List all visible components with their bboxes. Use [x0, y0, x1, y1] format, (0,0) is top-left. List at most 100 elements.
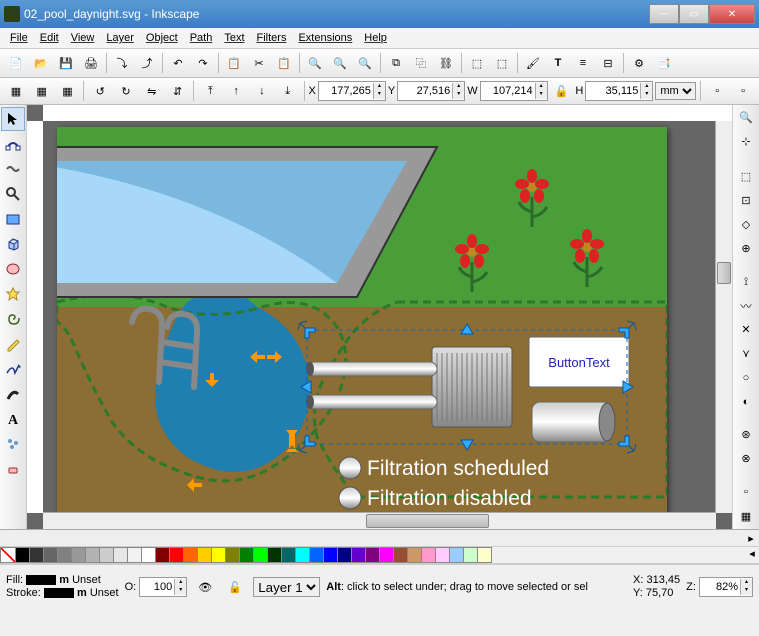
snap-edge-icon[interactable]: ⊡	[734, 190, 758, 212]
color-swatch[interactable]	[156, 547, 170, 563]
tweak-tool[interactable]	[1, 157, 25, 181]
node-tool[interactable]	[1, 132, 25, 156]
color-swatch[interactable]	[436, 547, 450, 563]
lock-aspect-button[interactable]: 🔓	[550, 79, 574, 103]
select-layers-button[interactable]: ▦	[30, 79, 54, 103]
prefs-button[interactable]: ⚙	[627, 51, 651, 75]
snap-rotation-icon[interactable]: ⊗	[734, 448, 758, 470]
raise-button[interactable]: ↑	[224, 79, 248, 103]
color-swatch[interactable]	[58, 547, 72, 563]
fill-stroke-button[interactable]: 🖌	[521, 51, 545, 75]
ellipse-tool[interactable]	[1, 257, 25, 281]
color-swatch[interactable]	[366, 547, 380, 563]
color-swatch[interactable]	[170, 547, 184, 563]
zoom-tool[interactable]	[1, 182, 25, 206]
color-swatch[interactable]	[72, 547, 86, 563]
color-swatch[interactable]	[394, 547, 408, 563]
text-prop-button[interactable]: T	[546, 51, 570, 75]
rect-tool[interactable]	[1, 207, 25, 231]
zoom-page-button[interactable]: 🔍	[353, 51, 377, 75]
canvas[interactable]: ButtonText Filtration scheduled Filtrati…	[57, 127, 667, 513]
eraser-tool[interactable]	[1, 457, 25, 481]
snap-center-icon[interactable]: ⊕	[734, 238, 758, 260]
x-input[interactable]	[319, 85, 373, 97]
flip-h-button[interactable]: ⇋	[140, 79, 164, 103]
export-button[interactable]: ⤴	[135, 51, 159, 75]
unlink-button[interactable]: ⛓	[434, 51, 458, 75]
3dbox-tool[interactable]	[1, 232, 25, 256]
color-swatch[interactable]	[268, 547, 282, 563]
color-swatch[interactable]	[212, 547, 226, 563]
menu-file[interactable]: File	[4, 30, 34, 46]
deselect-button[interactable]: ▦	[56, 79, 80, 103]
snap-obj-center-icon[interactable]: ⊛	[734, 424, 758, 446]
ruler-horizontal[interactable]	[43, 105, 732, 122]
snap-bbox-icon[interactable]: ⬚	[734, 166, 758, 188]
ungroup-button[interactable]: ⬚	[490, 51, 514, 75]
zoom-sel-button[interactable]: 🔍	[303, 51, 327, 75]
redo-button[interactable]: ↷	[191, 51, 215, 75]
color-swatch[interactable]	[100, 547, 114, 563]
snap-smooth-icon[interactable]: ○	[734, 367, 758, 389]
color-swatch[interactable]	[226, 547, 240, 563]
paste-button[interactable]: 📋	[272, 51, 296, 75]
color-swatch[interactable]	[198, 547, 212, 563]
layer-select[interactable]: Layer 1	[253, 577, 320, 597]
affect-2-button[interactable]: ▫	[731, 79, 755, 103]
stroke-swatch[interactable]	[44, 588, 74, 598]
color-swatch[interactable]	[464, 547, 478, 563]
snap-grid-icon[interactable]: ▦	[734, 505, 758, 527]
cut-button[interactable]: ✂	[247, 51, 271, 75]
color-swatch[interactable]	[16, 547, 30, 563]
unit-select[interactable]: mm	[655, 82, 696, 100]
color-swatch[interactable]	[142, 547, 156, 563]
color-swatch[interactable]	[324, 547, 338, 563]
rotate-ccw-button[interactable]: ↺	[88, 79, 112, 103]
snap-icon[interactable]: ⊹	[734, 131, 758, 153]
color-swatch[interactable]	[44, 547, 58, 563]
fill-swatch[interactable]	[26, 575, 56, 585]
new-button[interactable]: 📄	[4, 51, 28, 75]
clone-button[interactable]: ⿻	[409, 51, 433, 75]
raise-top-button[interactable]: ⤒	[198, 79, 222, 103]
maximize-button[interactable]: ▭	[679, 4, 709, 24]
menu-layer[interactable]: Layer	[100, 30, 140, 46]
horizontal-scrollbar[interactable]	[43, 512, 716, 529]
menu-extensions[interactable]: Extensions	[292, 30, 358, 46]
rotate-cw-button[interactable]: ↻	[114, 79, 138, 103]
spray-tool[interactable]	[1, 432, 25, 456]
no-color-swatch[interactable]	[0, 547, 16, 563]
zoom-input[interactable]	[700, 581, 740, 593]
zoom-draw-button[interactable]: 🔍	[328, 51, 352, 75]
spiral-tool[interactable]	[1, 307, 25, 331]
color-swatch[interactable]	[380, 547, 394, 563]
color-swatch[interactable]	[240, 547, 254, 563]
lower-bottom-button[interactable]: ⤓	[276, 79, 300, 103]
y-input[interactable]	[398, 85, 452, 97]
open-button[interactable]: 📂	[29, 51, 53, 75]
calligraphy-tool[interactable]	[1, 382, 25, 406]
titlebar[interactable]: 02_pool_daynight.svg - Inkscape ─ ▭ ✕	[0, 0, 759, 28]
color-swatch[interactable]	[450, 547, 464, 563]
menu-help[interactable]: Help	[358, 30, 393, 46]
doc-prefs-button[interactable]: 📑	[652, 51, 676, 75]
layer-visible-icon[interactable]: 👁	[193, 575, 217, 599]
w-input[interactable]	[481, 85, 535, 97]
color-swatch[interactable]	[422, 547, 436, 563]
menu-view[interactable]: View	[65, 30, 101, 46]
affect-1-button[interactable]: ▫	[705, 79, 729, 103]
color-swatch[interactable]	[310, 547, 324, 563]
color-swatch[interactable]	[114, 547, 128, 563]
menu-object[interactable]: Object	[140, 30, 184, 46]
menu-path[interactable]: Path	[184, 30, 219, 46]
color-swatch[interactable]	[408, 547, 422, 563]
bezier-tool[interactable]	[1, 357, 25, 381]
text-tool[interactable]: A	[1, 407, 25, 431]
star-tool[interactable]	[1, 282, 25, 306]
menu-filters[interactable]: Filters	[251, 30, 293, 46]
color-swatch[interactable]	[30, 547, 44, 563]
pencil-tool[interactable]	[1, 332, 25, 356]
h-input[interactable]	[586, 85, 640, 97]
layer-lock-icon[interactable]: 🔓	[223, 575, 247, 599]
snap-corner-icon[interactable]: ◇	[734, 214, 758, 236]
